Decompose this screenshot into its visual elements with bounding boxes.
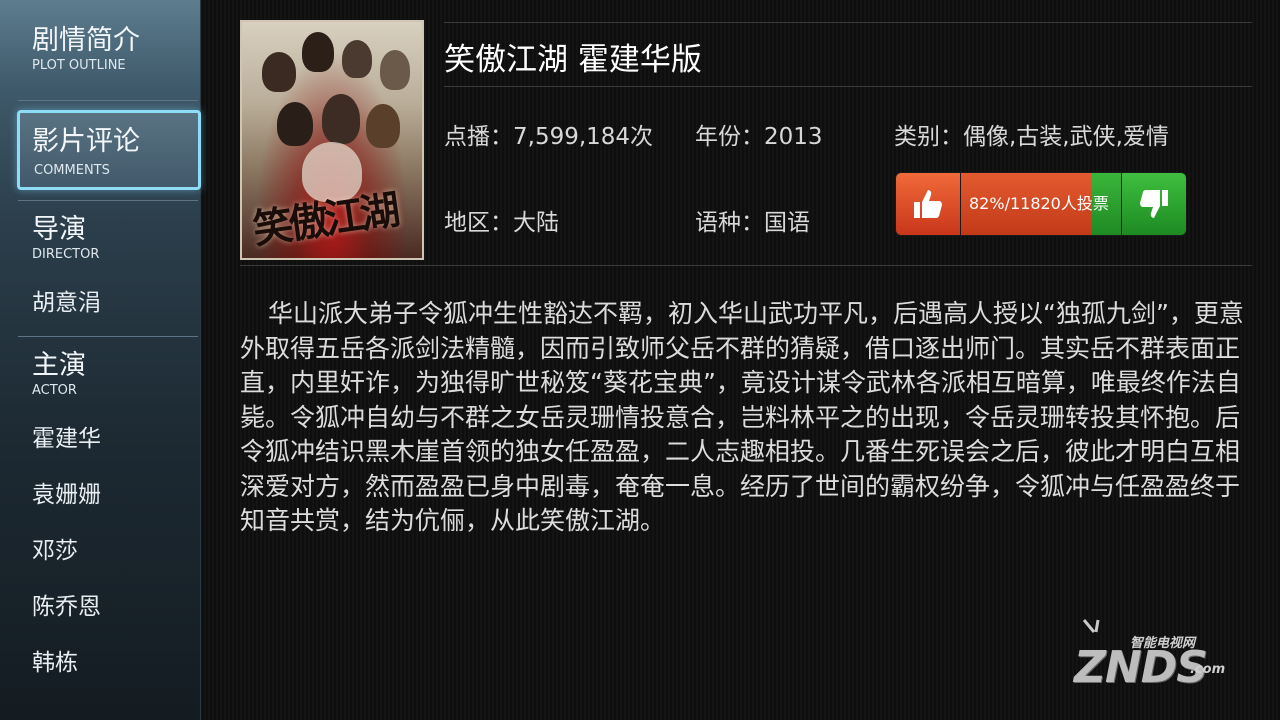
poster-figure (366, 104, 400, 148)
actor-name[interactable]: 陈乔恩 (32, 587, 101, 621)
menu-comments-title: 影片评论 (32, 126, 140, 157)
poster-figure (262, 52, 296, 92)
release-year: 年份：2013 (695, 124, 823, 150)
actor-name[interactable]: 袁姗姗 (32, 475, 101, 509)
actor-subheading: ACTOR (32, 383, 77, 398)
plot-description: 华山派大弟子令狐冲生性豁达不羁，初入华山武功平凡，后遇高人授以“独孤九剑”，更意… (240, 299, 1244, 535)
sidebar-divider (18, 336, 198, 337)
znds-watermark-logo: 智能电视网 ZNDS .com (1068, 618, 1238, 693)
watermark-suffix: .com (1190, 662, 1226, 677)
actor-name[interactable]: 韩栋 (32, 643, 78, 677)
poster-image: 笑傲江湖 (240, 20, 424, 260)
thumbs-down-icon (1140, 190, 1168, 218)
thumbs-down-button[interactable] (1122, 173, 1186, 235)
vote-widget: 82%/11820人投票 (895, 172, 1187, 236)
play-count: 点播：7,599,184次 (444, 124, 654, 150)
poster-figure (277, 102, 313, 146)
header-rule (444, 22, 1252, 23)
poster-figure (322, 94, 360, 144)
sidebar-divider (18, 100, 198, 101)
header-rule (444, 86, 1252, 87)
section-actor: 主演 ACTOR (32, 351, 86, 399)
actor-name[interactable]: 霍建华 (32, 419, 101, 453)
sidebar-divider (18, 200, 198, 201)
menu-comments-subtitle: COMMENTS (34, 163, 110, 178)
content-rule (240, 265, 1252, 266)
section-director: 导演 DIRECTOR (32, 215, 99, 263)
actor-heading: 主演 (32, 350, 86, 381)
region: 地区：大陆 (444, 210, 559, 236)
menu-plot-outline-title: 剧情简介 (32, 25, 140, 56)
sidebar-fade (0, 680, 200, 720)
poster-figure (380, 50, 410, 90)
watermark-brand: ZNDS (1074, 642, 1208, 693)
poster-title-art: 笑傲江湖 (250, 186, 400, 254)
menu-plot-outline[interactable]: 剧情简介 PLOT OUTLINE (32, 26, 140, 74)
sidebar: 剧情简介 PLOT OUTLINE 影片评论 COMMENTS 导演 DIREC… (0, 0, 201, 720)
director-subheading: DIRECTOR (32, 247, 100, 262)
poster-figure (302, 32, 334, 72)
poster-figure (342, 40, 372, 78)
language: 语种：国语 (695, 210, 810, 236)
director-name[interactable]: 胡意涓 (32, 283, 101, 317)
genre: 类别：偶像,古装,武侠,爱情 (894, 124, 1169, 150)
menu-plot-outline-subtitle: PLOT OUTLINE (32, 58, 126, 73)
vote-ratio-bar: 82%/11820人投票 (961, 173, 1121, 235)
director-heading: 导演 (32, 214, 86, 245)
vote-ratio-label: 82%/11820人投票 (969, 194, 1109, 213)
thumbs-up-button[interactable] (896, 173, 960, 235)
thumbs-up-icon (914, 190, 942, 218)
menu-comments[interactable]: 影片评论 COMMENTS (17, 110, 201, 190)
page-title: 笑傲江湖 霍建华版 (444, 42, 702, 78)
actor-name[interactable]: 邓莎 (32, 531, 78, 565)
